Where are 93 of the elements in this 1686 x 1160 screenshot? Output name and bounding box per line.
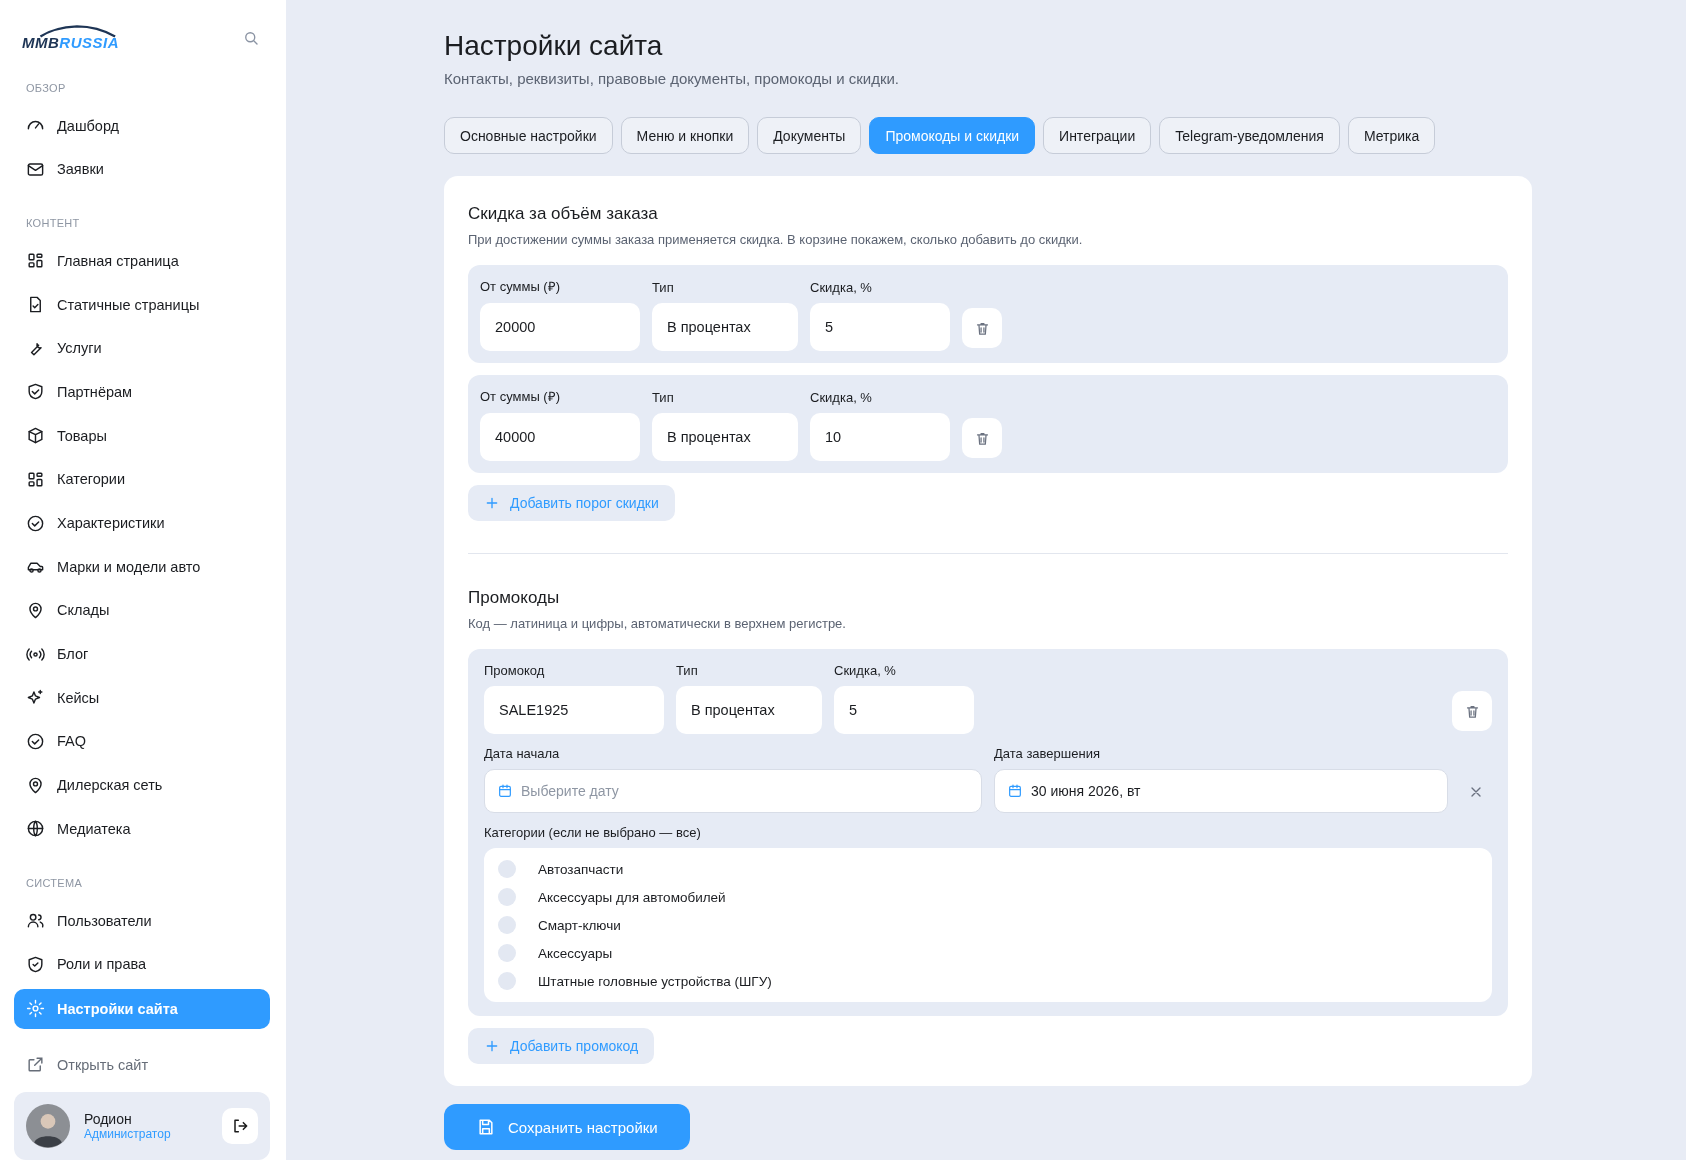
sidebar-item[interactable]: Марки и модели авто	[14, 546, 270, 587]
delete-button[interactable]	[962, 418, 1002, 458]
sidebar-item[interactable]: Категории	[14, 459, 270, 500]
box-icon	[26, 426, 45, 446]
input-field[interactable]: 40000	[480, 413, 640, 461]
section-description: Код — латиница и цифры, автоматически в верхнем регистре.	[468, 616, 847, 631]
map-pin-icon	[26, 600, 45, 620]
input-field[interactable]: В процентах	[676, 686, 822, 734]
open-site-link[interactable]: Открыть сайт	[14, 1044, 270, 1085]
input-field[interactable]: В процентах	[652, 413, 798, 461]
sidebar-item[interactable]: Услуги	[14, 328, 270, 369]
delete-button[interactable]	[1452, 691, 1492, 731]
tab[interactable]: Документы	[757, 117, 862, 154]
sidebar-item[interactable]: Роли и права	[14, 944, 270, 985]
shield-icon	[26, 382, 45, 402]
field-label: Скидка, %	[834, 663, 897, 678]
field-label: Скидка, %	[810, 280, 873, 295]
field-label: Тип	[652, 390, 675, 405]
input-field[interactable]: SALE1925	[484, 686, 664, 734]
gear-icon	[26, 999, 45, 1019]
logout-button[interactable]	[222, 1108, 258, 1145]
sidebar-item[interactable]: Партнёрам	[14, 372, 270, 412]
page-title: Настройки сайта	[444, 30, 664, 62]
input-field[interactable]: 5	[810, 303, 950, 351]
page-subtitle: Контакты, реквизиты, правовые документы, промокоды и скидки.	[444, 70, 900, 87]
category-label: Штатные головные устройства (ШГУ)	[538, 973, 772, 989]
avatar	[26, 1104, 70, 1149]
save-icon	[476, 1117, 496, 1137]
sidebar-item[interactable]: Блог	[14, 634, 270, 674]
checkbox[interactable]	[498, 916, 516, 934]
sidebar-item[interactable]: Статичные страницы	[14, 284, 270, 325]
tab[interactable]: Интеграции	[1043, 117, 1152, 154]
tab[interactable]: Telegram-уведомления	[1159, 117, 1340, 154]
tab[interactable]: Меню и кнопки	[620, 117, 750, 154]
field-label: Дата завершения	[994, 746, 1101, 761]
sidebar-item[interactable]: Характеристики	[14, 503, 270, 543]
calendar-icon	[1007, 783, 1023, 799]
sidebar-item[interactable]: Кейсы	[14, 677, 270, 718]
field-label: Тип	[652, 280, 675, 295]
checkbox[interactable]	[498, 972, 516, 990]
category-label: Аксессуары	[538, 945, 613, 961]
grid-icon	[26, 469, 45, 489]
checkbox[interactable]	[498, 944, 516, 962]
date-field[interactable]: Выберите дату	[484, 769, 982, 813]
input-field[interactable]: 20000	[480, 303, 640, 351]
users-icon	[26, 911, 45, 931]
field-label: Категории (если не выбрано — все)	[484, 825, 702, 840]
section-heading: КОНТЕНТ	[26, 217, 81, 230]
user-role: Администратор	[84, 1127, 172, 1142]
category-label: Аксессуары для автомобилей	[538, 889, 726, 905]
check-badge-icon	[26, 731, 45, 751]
user-name: Родион	[84, 1111, 133, 1128]
field-label: От суммы (₽)	[480, 388, 562, 405]
sidebar-item[interactable]: Склады	[14, 590, 270, 631]
plus-icon	[484, 495, 500, 511]
sidebar-item[interactable]: Дилерская сеть	[14, 765, 270, 805]
plus-icon	[484, 1038, 500, 1054]
sidebar-item[interactable]: Пользователи	[14, 900, 270, 941]
sidebar-item[interactable]: Заявки	[14, 149, 270, 190]
sidebar-item[interactable]: FAQ	[14, 721, 270, 762]
sidebar-item[interactable]: Товары	[14, 415, 270, 456]
sidebar-item[interactable]: Дашборд	[14, 105, 270, 146]
checkbox[interactable]	[498, 860, 516, 878]
globe-icon	[26, 819, 45, 839]
section-title: Промокоды	[468, 588, 561, 608]
tab[interactable]: Основные настройки	[444, 117, 613, 154]
map-pin-icon	[26, 775, 45, 795]
section-heading: ОБЗОР	[26, 81, 67, 94]
field-label: Промокод	[484, 663, 546, 678]
external-link-icon	[26, 1055, 45, 1075]
logo[interactable]: MMBRUSSIA	[22, 24, 134, 52]
date-field[interactable]: 30 июня 2026, вт	[994, 769, 1448, 813]
tab[interactable]: Метрика	[1347, 117, 1436, 154]
sidebar-item[interactable]: Главная страница	[14, 241, 270, 281]
field-label: Дата начала	[484, 746, 561, 761]
input-field[interactable]: 5	[834, 686, 974, 734]
check-badge-icon	[26, 513, 45, 533]
section-description: При достижении суммы заказа применяется скидка. В корзине покажем, сколько добавить до скидки.	[468, 232, 1084, 247]
field-label: Тип	[676, 663, 699, 678]
category-label: Автозапчасти	[538, 861, 624, 877]
field-label: Скидка, %	[810, 390, 873, 405]
shield-check-icon	[26, 954, 45, 974]
category-label: Смарт-ключи	[538, 917, 621, 933]
calendar-icon	[497, 783, 513, 799]
section-heading: СИСТЕМА	[26, 876, 84, 889]
input-field[interactable]: 10	[810, 413, 950, 461]
field-label: От суммы (₽)	[480, 278, 562, 295]
delete-button[interactable]	[962, 308, 1002, 348]
sidebar-item[interactable]: Медиатека	[14, 809, 270, 849]
section-title: Скидка за объём заказа	[468, 204, 659, 224]
checkbox[interactable]	[498, 888, 516, 906]
input-field[interactable]: В процентах	[652, 303, 798, 351]
grid-icon	[26, 251, 45, 271]
